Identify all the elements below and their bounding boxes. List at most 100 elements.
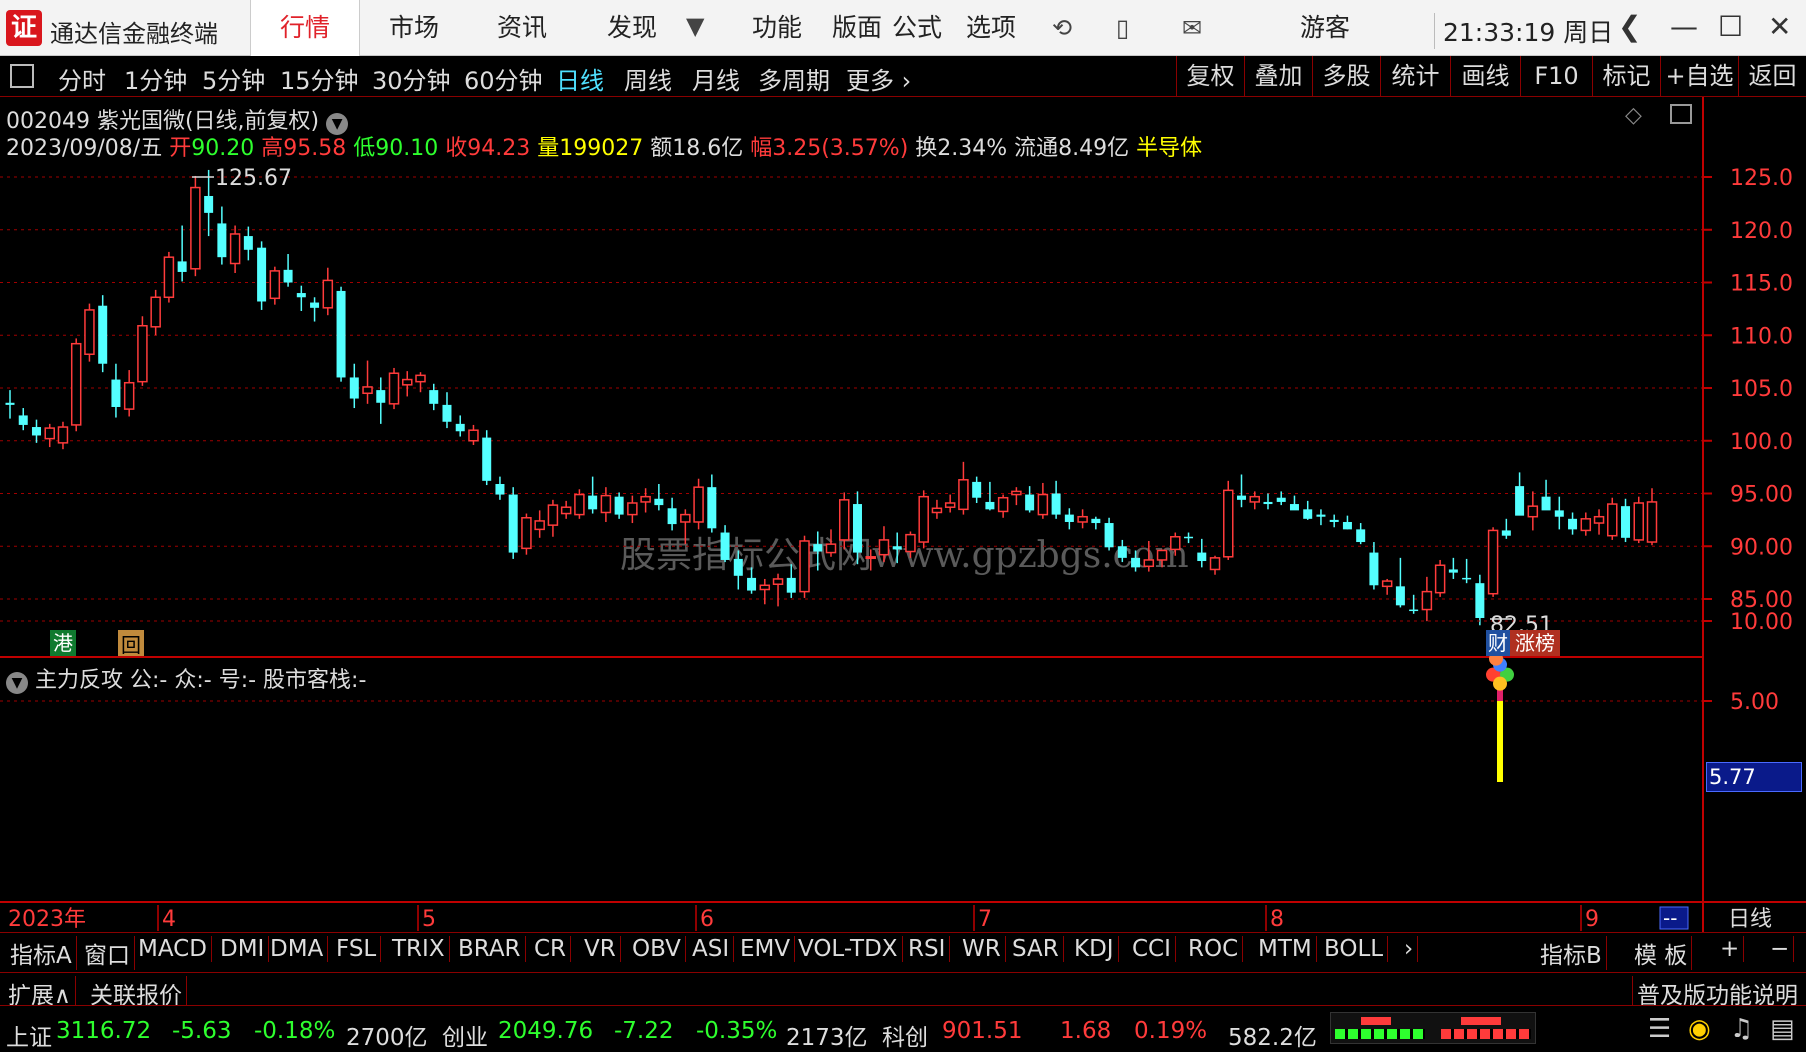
indicator-tab-obv[interactable]: OBV	[628, 936, 686, 962]
tab-shichang[interactable]: 市场	[362, 0, 466, 56]
candle-body	[349, 377, 359, 399]
period-60min[interactable]: 60分钟	[464, 61, 543, 96]
candle-body	[310, 302, 320, 308]
indicator-tab-sar[interactable]: SAR	[1008, 936, 1064, 962]
kc-name[interactable]: 科创	[882, 1018, 928, 1052]
indicator-tab-trix[interactable]: TRIX	[388, 936, 450, 962]
phone-icon[interactable]: ▯	[1116, 14, 1129, 42]
indicator-tab-kdj[interactable]: KDJ	[1070, 936, 1119, 962]
maximize-icon[interactable]: ☐	[1718, 10, 1743, 43]
chevron-down-icon[interactable]: ▼	[6, 672, 28, 694]
period-15min[interactable]: 15分钟	[280, 61, 359, 96]
btn-biaoji[interactable]: 标记	[1592, 56, 1660, 97]
period-5min[interactable]: 5分钟	[202, 61, 265, 96]
candle-body	[57, 426, 69, 444]
bell-icon[interactable]: ♫	[1730, 1014, 1753, 1044]
remove-pane-button[interactable]: −	[1766, 936, 1795, 962]
add-pane-button[interactable]: +	[1716, 936, 1745, 962]
candle-body	[640, 495, 651, 503]
period-1min[interactable]: 1分钟	[124, 61, 187, 96]
sub-indicator-title[interactable]: ▼ 主力反攻 公:- 众:- 号:- 股市客栈:-	[6, 662, 366, 694]
indicator-tab-roc[interactable]: ROC	[1184, 936, 1244, 962]
panel-icon[interactable]	[1670, 104, 1692, 124]
x-month-label: 5	[422, 907, 436, 932]
badge-back[interactable]: 回	[118, 630, 144, 657]
indicator-tab-wr[interactable]: WR	[958, 936, 1006, 962]
indicator-b-button[interactable]: 指标B	[1536, 936, 1607, 970]
tab-zixun[interactable]: 资讯	[470, 0, 574, 56]
indicator-tab-指标a[interactable]: 指标A	[6, 936, 77, 970]
badge-cai[interactable]: 财	[1486, 630, 1510, 656]
sh-name[interactable]: 上证	[6, 1018, 52, 1052]
sidebar-toggle-icon[interactable]	[10, 64, 34, 88]
tab-faxian[interactable]: 发现	[580, 0, 684, 56]
dropdown-arrow-icon[interactable]: ▼	[686, 12, 704, 40]
btn-fuquan[interactable]: 复权	[1176, 56, 1244, 97]
indicator-tab-vol-tdx[interactable]: VOL-TDX	[794, 936, 903, 962]
tab-xuanxiang[interactable]: 选项	[950, 0, 1032, 56]
btn-diejia[interactable]: 叠加	[1244, 56, 1312, 97]
diamond-icon[interactable]: ◇	[1625, 103, 1642, 128]
period-monthly[interactable]: 月线	[692, 61, 740, 96]
candle-body	[31, 427, 41, 436]
btn-huaxian[interactable]: 画线	[1450, 56, 1520, 97]
cy-name[interactable]: 创业	[442, 1018, 488, 1052]
indicator-tab-rsi[interactable]: RSI	[904, 936, 951, 962]
template-button[interactable]: 模 板	[1630, 936, 1693, 970]
indicator-tab-窗口[interactable]: 窗口	[80, 936, 135, 970]
indicator-tab-asi[interactable]: ASI	[688, 936, 735, 962]
tab-gongneng[interactable]: 功能	[736, 0, 818, 56]
candle-body	[1580, 518, 1592, 532]
btn-tongji[interactable]: 统计	[1380, 56, 1450, 97]
indicator-tab-dma[interactable]: DMA	[266, 936, 329, 962]
indicator-tab-macd[interactable]: MACD	[134, 936, 212, 962]
period-30min[interactable]: 30分钟	[372, 61, 451, 96]
chart-area[interactable]: 股票指标公式网www.gpzbgs.com 125.0 120.0 115.0 110…	[0, 97, 1806, 932]
candle-body	[1316, 514, 1326, 517]
btn-duogu[interactable]: 多股	[1312, 56, 1380, 97]
signal-icon[interactable]: ▤	[1770, 1014, 1795, 1044]
indicator-tab-fsl[interactable]: FSL	[332, 936, 382, 962]
coin-icon[interactable]: ◉	[1688, 1014, 1711, 1044]
candle-body	[137, 325, 148, 383]
refresh-icon[interactable]: ⟲	[1052, 14, 1072, 42]
period-daily[interactable]: 日线	[556, 61, 604, 96]
candle-body	[1131, 557, 1141, 568]
x-period-label[interactable]: 日线	[1728, 907, 1772, 932]
list-icon[interactable]: ☰	[1648, 1014, 1671, 1044]
indicator-tab-vr[interactable]: VR	[580, 936, 621, 962]
badge-zhang[interactable]: 涨榜	[1510, 630, 1560, 656]
btn-fanhui[interactable]: 返回	[1738, 56, 1806, 97]
period-fenshi[interactable]: 分时	[58, 61, 106, 96]
candle-body	[1025, 494, 1035, 511]
quote-sector[interactable]: 半导体	[1136, 136, 1202, 161]
scroll-right-icon[interactable]: ›	[1400, 936, 1419, 962]
indicator-tab-emv[interactable]: EMV	[736, 936, 796, 962]
candle-body	[322, 279, 334, 309]
back-arrow-icon[interactable]: ❮	[1618, 10, 1641, 43]
candle-body	[1568, 518, 1578, 530]
indicator-tab-cci[interactable]: CCI	[1128, 936, 1176, 962]
mail-icon[interactable]: ✉	[1182, 14, 1202, 42]
cy-amt: 2173亿	[786, 1025, 868, 1051]
cy-chg: -7.22	[614, 1018, 674, 1044]
tab-gongshi[interactable]: 公式	[876, 0, 958, 56]
candle-body	[388, 372, 400, 405]
tab-hangqing[interactable]: 行情	[250, 0, 360, 56]
cy-value: 2049.76	[498, 1018, 594, 1044]
minimize-icon[interactable]: —	[1670, 10, 1698, 43]
badge-hk[interactable]: 港	[50, 630, 76, 656]
period-more[interactable]: 更多 ›	[846, 61, 911, 96]
market-breadth-indicator[interactable]	[1330, 1012, 1536, 1044]
indicator-tab-dmi[interactable]: DMI	[216, 936, 270, 962]
period-weekly[interactable]: 周线	[624, 61, 672, 96]
btn-f10[interactable]: F10	[1520, 56, 1592, 97]
btn-zixuan[interactable]: +自选	[1660, 56, 1738, 97]
indicator-tab-mtm[interactable]: MTM	[1254, 936, 1317, 962]
period-multi[interactable]: 多周期	[758, 61, 830, 96]
close-icon[interactable]: ✕	[1768, 10, 1791, 43]
indicator-tab-boll[interactable]: BOLL	[1320, 936, 1389, 962]
user-label[interactable]: 游客	[1270, 0, 1380, 56]
indicator-tab-cr[interactable]: CR	[530, 936, 572, 962]
indicator-tab-brar[interactable]: BRAR	[454, 936, 526, 962]
